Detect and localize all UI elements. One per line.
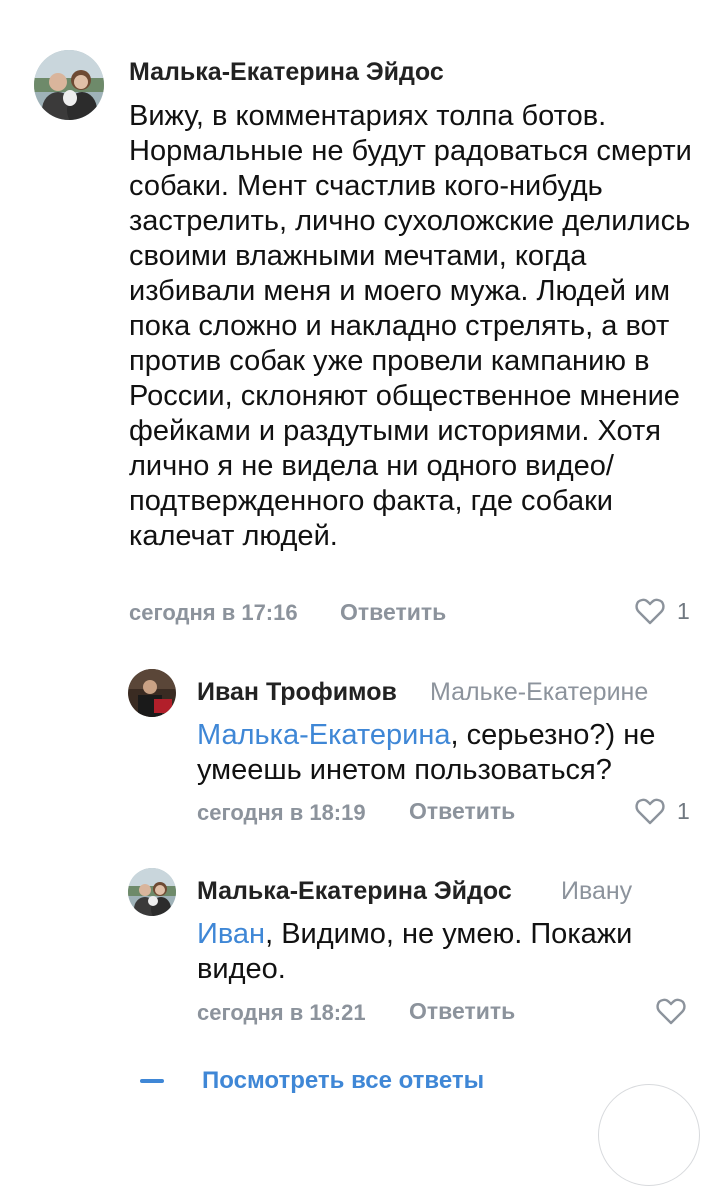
reply-to-name[interactable]: Мальке-Екатерине <box>430 678 648 707</box>
like-button[interactable]: 1 <box>635 597 690 625</box>
like-count: 1 <box>677 597 690 624</box>
like-count: 1 <box>677 797 690 824</box>
comment-text: Иван, Видимо, не умею. Покажи видео. <box>197 917 667 987</box>
comment-text-body: Вижу, в комментариях толпа ботов. Нормал… <box>129 100 692 552</box>
comment-timestamp: сегодня в 18:19 <box>197 800 366 825</box>
heart-outline-icon <box>656 998 686 1025</box>
comment-timestamp: сегодня в 18:21 <box>197 1000 366 1025</box>
like-button[interactable] <box>656 997 686 1025</box>
heart-outline-icon <box>635 598 665 625</box>
floating-button[interactable] <box>598 1084 700 1186</box>
heart-outline-icon <box>635 798 665 825</box>
comment-text: Вижу, в комментариях толпа ботов. Нормал… <box>129 99 694 554</box>
comment-timestamp: сегодня в 17:16 <box>129 600 298 625</box>
like-button[interactable]: 1 <box>635 797 690 825</box>
show-all-replies-button[interactable]: Посмотреть все ответы <box>140 1067 484 1095</box>
avatar[interactable] <box>128 669 176 717</box>
show-all-replies-label: Посмотреть все ответы <box>202 1067 485 1094</box>
reply-button[interactable]: Ответить <box>409 998 515 1025</box>
comment-text: Малька-Екатерина, серьезно?) не умеешь и… <box>197 718 687 788</box>
mention-link[interactable]: Малька-Екатерина <box>197 719 450 751</box>
reply-to-name[interactable]: Ивану <box>561 877 632 906</box>
avatar[interactable] <box>34 50 104 120</box>
reply-button[interactable]: Ответить <box>409 798 515 825</box>
avatar[interactable] <box>128 868 176 916</box>
comment-author[interactable]: Малька-Екатерина Эйдос <box>129 58 444 87</box>
mention-link[interactable]: Иван <box>197 918 265 950</box>
comment-author[interactable]: Малька-Екатерина Эйдос <box>197 877 512 906</box>
dash-icon <box>140 1079 164 1083</box>
reply-button[interactable]: Ответить <box>340 599 446 626</box>
comment-author[interactable]: Иван Трофимов <box>197 678 397 707</box>
